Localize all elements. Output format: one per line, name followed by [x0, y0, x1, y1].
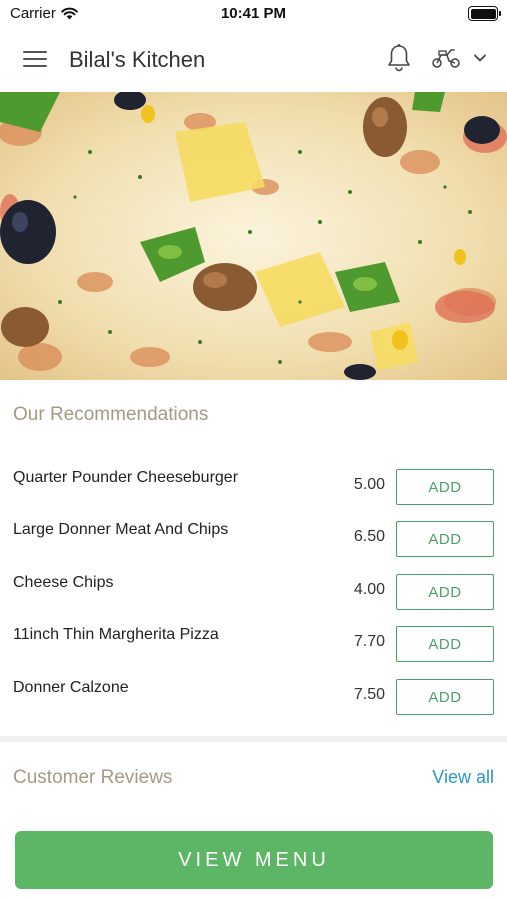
add-button[interactable]: ADD: [396, 679, 494, 715]
app-header: Bilal's Kitchen: [0, 28, 507, 92]
add-button[interactable]: ADD: [396, 574, 494, 610]
clock: 10:41 PM: [220, 5, 287, 22]
hamburger-menu-icon[interactable]: [23, 49, 47, 69]
battery-icon: [468, 6, 501, 21]
restaurant-title: Bilal's Kitchen: [69, 47, 206, 72]
reviews-title: Customer Reviews: [13, 767, 173, 788]
item-name: Quarter Pounder Cheeseburger: [13, 469, 239, 486]
item-price: 5.00: [353, 476, 385, 493]
view-all-link[interactable]: View all: [432, 767, 494, 788]
recommendation-item: Donner Calzone 7.50 ADD: [0, 679, 507, 719]
add-button[interactable]: ADD: [396, 626, 494, 662]
item-price: 4.00: [353, 581, 385, 598]
moped-icon[interactable]: [431, 46, 461, 70]
item-name: Cheese Chips: [13, 574, 114, 591]
section-divider: [0, 736, 507, 742]
recommendation-item: Cheese Chips 4.00 ADD: [0, 574, 507, 614]
recommendations-title: Our Recommendations: [13, 404, 209, 425]
item-price: 7.50: [353, 686, 385, 703]
item-name: 11inch Thin Margherita Pizza: [13, 626, 219, 643]
recommendation-item: Quarter Pounder Cheeseburger 5.00 ADD: [0, 469, 507, 509]
item-price: 6.50: [353, 528, 385, 545]
item-name: Large Donner Meat And Chips: [13, 521, 229, 538]
item-name: Donner Calzone: [13, 679, 129, 696]
add-button[interactable]: ADD: [396, 521, 494, 557]
status-bar: Carrier 10:41 PM: [0, 0, 507, 28]
bell-icon[interactable]: [386, 43, 412, 73]
view-menu-button[interactable]: VIEW MENU: [15, 831, 493, 889]
item-price: 7.70: [353, 633, 385, 650]
chevron-down-icon[interactable]: [472, 52, 488, 64]
recommendation-item: 11inch Thin Margherita Pizza 7.70 ADD: [0, 626, 507, 666]
recommendation-item: Large Donner Meat And Chips 6.50 ADD: [0, 521, 507, 561]
add-button[interactable]: ADD: [396, 469, 494, 505]
hero-pizza-image: [0, 92, 507, 380]
